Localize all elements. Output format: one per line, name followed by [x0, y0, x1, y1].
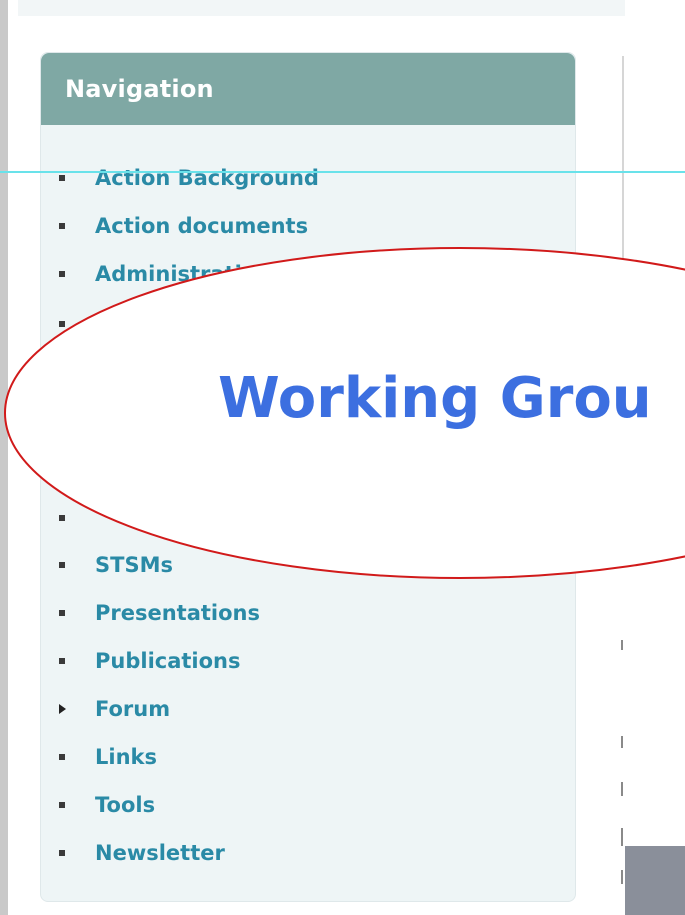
nav-item-administrative[interactable]: Administrative [59, 259, 270, 289]
edge-mark [621, 640, 623, 650]
bullet-icon [59, 515, 65, 521]
page: Navigation Action Background Action docu… [0, 0, 685, 915]
nav-item-hidden-2[interactable] [59, 503, 95, 533]
nav-item-label: Links [95, 745, 157, 769]
nav-item-stsms[interactable]: STSMs [59, 550, 173, 580]
bullet-icon [59, 610, 65, 616]
edge-mark [621, 736, 623, 748]
nav-item-label: Newsletter [95, 841, 225, 865]
expand-arrow-icon[interactable] [59, 704, 66, 714]
nav-item-label: Action Background [95, 166, 319, 190]
nav-item-tools[interactable]: Tools [59, 790, 155, 820]
nav-item-label: Administrative [95, 262, 270, 286]
edge-mark [621, 870, 623, 884]
nav-item-label: Forum [95, 697, 171, 721]
highlight-guide-line [0, 171, 685, 173]
content-gray-block [625, 846, 685, 915]
nav-item-label: Publications [95, 649, 241, 673]
bullet-icon [59, 850, 65, 856]
nav-item-publications[interactable]: Publications [59, 646, 241, 676]
bullet-icon [59, 271, 65, 277]
nav-item-label: Tools [95, 793, 156, 817]
nav-item-label: Action documents [95, 214, 309, 238]
bullet-icon [59, 802, 65, 808]
nav-item-links[interactable]: Links [59, 742, 157, 772]
nav-item-newsletter[interactable]: Newsletter [59, 838, 225, 868]
left-border [0, 0, 8, 915]
bullet-icon [59, 562, 65, 568]
nav-item-presentations[interactable]: Presentations [59, 598, 260, 628]
nav-item-hidden-1[interactable] [59, 309, 95, 339]
nav-item-label: Presentations [95, 601, 261, 625]
nav-item-action-background[interactable]: Action Background [59, 163, 319, 193]
bullet-icon [59, 754, 65, 760]
bullet-icon [59, 321, 65, 327]
edge-mark [621, 828, 623, 846]
callout-text: Working Grou [218, 366, 652, 431]
top-strip [18, 0, 625, 16]
bullet-icon [59, 223, 65, 229]
nav-item-forum[interactable]: Forum [59, 694, 170, 724]
nav-item-action-documents[interactable]: Action documents [59, 211, 308, 241]
edge-mark [621, 782, 623, 796]
bullet-icon [59, 658, 65, 664]
navigation-title: Navigation [65, 75, 214, 103]
nav-item-label: STSMs [95, 553, 173, 577]
content-divider [622, 56, 624, 296]
navigation-panel: Navigation Action Background Action docu… [40, 52, 576, 902]
navigation-header: Navigation [41, 53, 575, 125]
bullet-icon [59, 175, 65, 181]
